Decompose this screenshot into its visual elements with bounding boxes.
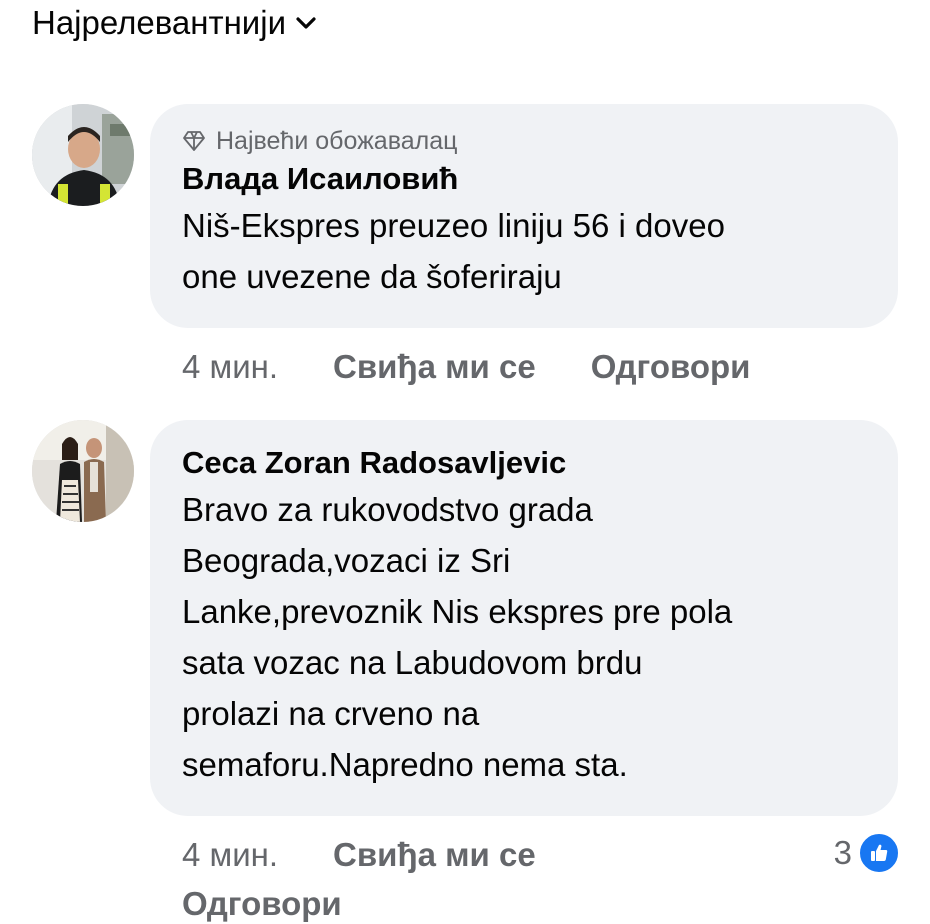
comment-line: sata vozac na Labudovom brdu [182, 644, 643, 681]
comment-bubble: Највећи обожавалац Влада Исаиловић Niš-E… [150, 104, 898, 328]
sort-label: Најрелевантнији [32, 4, 287, 41]
comment-line: semaforu.Napredno nema sta. [182, 746, 628, 783]
comment-line: Bravo za rukovodstvo grada [182, 491, 593, 528]
like-button[interactable]: Свиђа ми се [333, 836, 536, 874]
comment-bubble: Ceca Zoran Radosavljevic Bravo za rukovo… [150, 420, 898, 816]
comment-timestamp[interactable]: 4 мин. [182, 348, 278, 386]
comment-author[interactable]: Ceca Zoran Radosavljevic [182, 442, 866, 484]
comment-line: prolazi na crveno na [182, 695, 480, 732]
avatar-photo [32, 104, 134, 206]
reaction-summary[interactable]: 3 [834, 832, 900, 874]
comment-line: Niš-Ekspres preuzeo liniju 56 i doveo [182, 207, 725, 244]
sort-dropdown[interactable]: Најрелевантнији [32, 4, 316, 42]
comment-actions: 4 мин. Свиђа ми се [182, 833, 900, 877]
comment-actions: 4 мин. Свиђа ми се Одговори [182, 345, 900, 389]
badge-label: Највећи обожавалац [216, 126, 458, 155]
chevron-down-icon [296, 17, 316, 29]
avatar[interactable] [32, 420, 134, 522]
comment-line: Lanke,prevoznik Nis ekspres pre pola [182, 593, 733, 630]
avatar-photo [32, 420, 134, 522]
reply-button[interactable]: Одговори [182, 885, 342, 923]
comment-line: Beograda,vozaci iz Sri [182, 542, 511, 579]
comment-text: Niš-Ekspres preuzeo liniju 56 i doveo on… [182, 200, 866, 302]
comment-actions-wrap: Одговори [182, 884, 900, 924]
diamond-icon [183, 131, 205, 151]
like-button[interactable]: Свиђа ми се [333, 348, 536, 386]
comment-text: Bravo za rukovodstvo grada Beograda,voza… [182, 484, 866, 790]
reaction-count: 3 [833, 834, 852, 871]
avatar[interactable] [32, 104, 134, 206]
comment-timestamp[interactable]: 4 мин. [182, 836, 278, 874]
top-fan-badge: Највећи обожавалац [182, 124, 866, 158]
comment-line: one uvezene da šoferiraju [182, 258, 562, 295]
comment-author[interactable]: Влада Исаиловић [182, 158, 866, 200]
thumbs-up-icon [858, 832, 900, 874]
reply-button[interactable]: Одговори [591, 348, 751, 386]
